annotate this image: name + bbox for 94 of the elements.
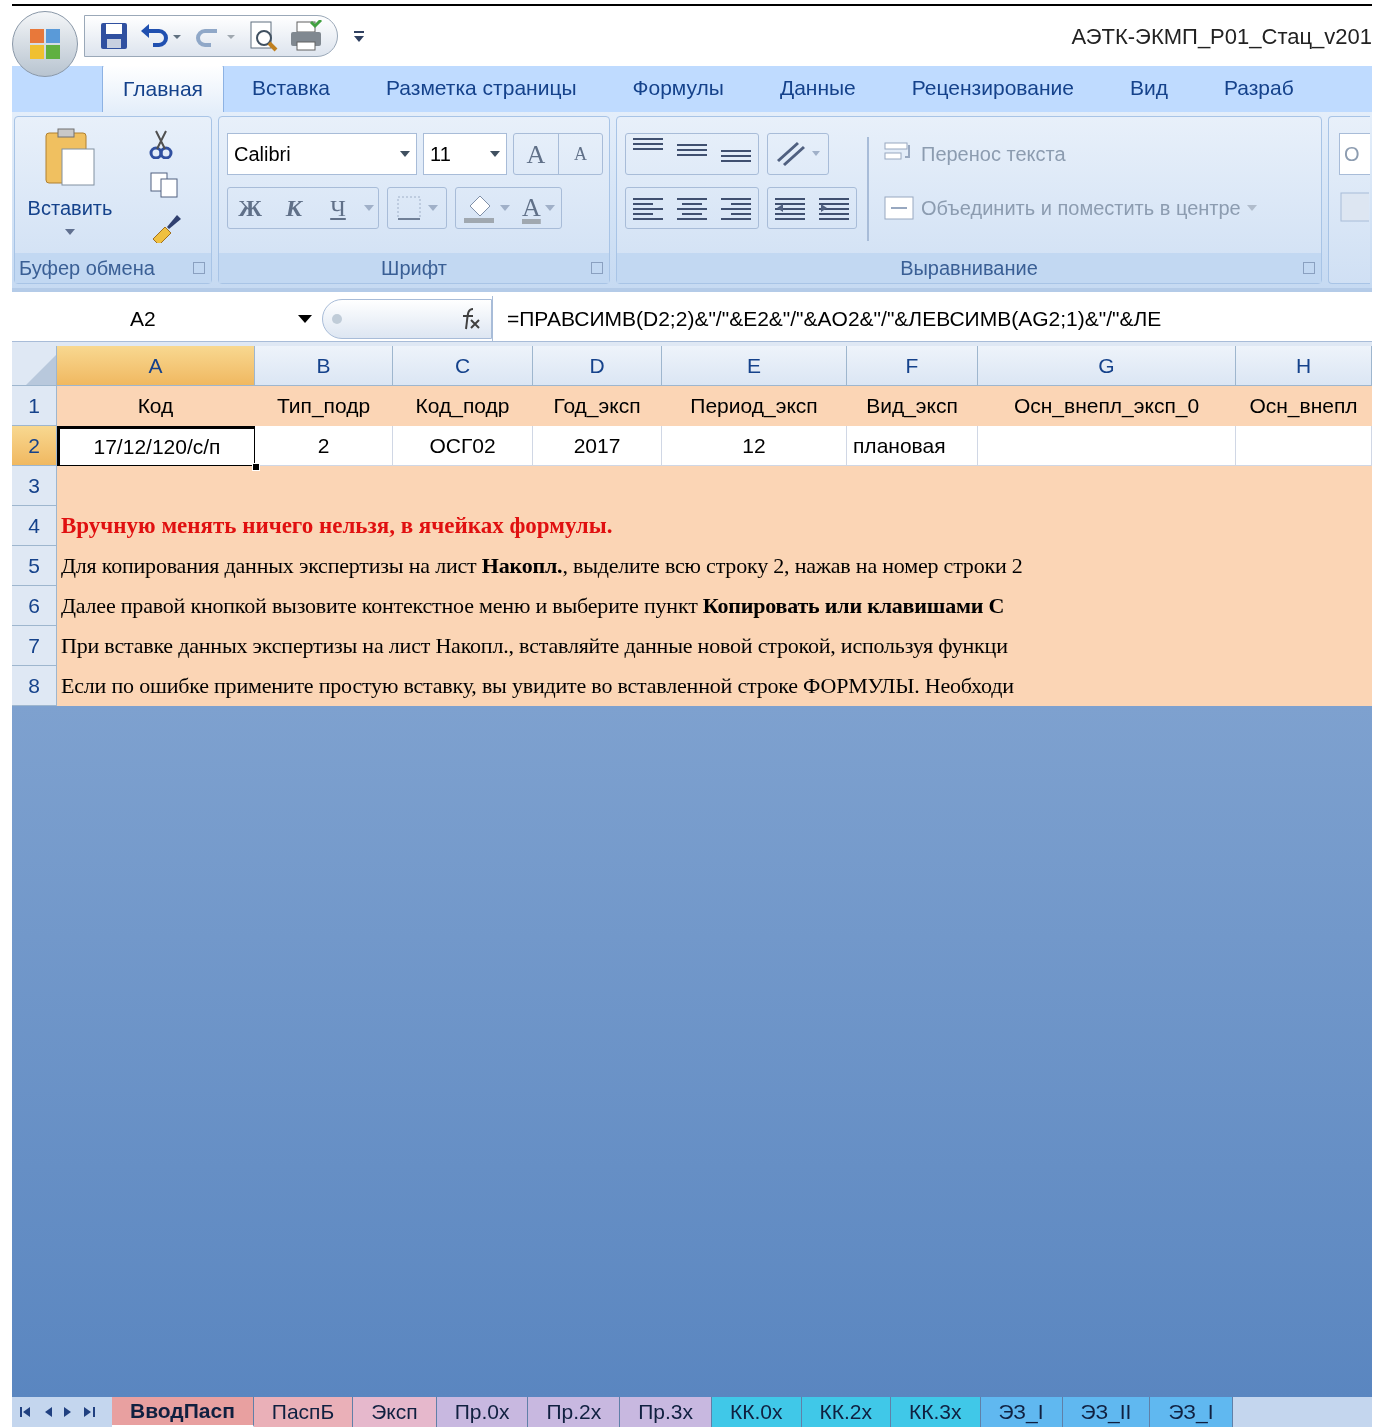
orientation-button[interactable] bbox=[767, 133, 829, 175]
row-header[interactable]: 2 bbox=[12, 426, 57, 466]
warning-text: Вручную менять ничего нельзя, в ячейках формулы. bbox=[60, 512, 613, 540]
scroll-handle-icon bbox=[331, 312, 343, 325]
sheet-tab[interactable]: Эксп bbox=[353, 1397, 437, 1427]
formula-field[interactable]: =ПРАВСИМВ(D2;2)&"/"&E2&"/"&AO2&"/"&ЛЕВСИМВ(AG2;1)&"/"&ЛЕ bbox=[492, 296, 1372, 341]
sheet-tab[interactable]: КК.2х bbox=[801, 1397, 891, 1427]
row-header[interactable]: 8 bbox=[12, 666, 57, 706]
table-cell: 2 bbox=[255, 426, 393, 466]
sheet-tab[interactable]: ЭЗ_I bbox=[1150, 1397, 1233, 1427]
table-cell-text: Год_эксп bbox=[552, 393, 642, 420]
office-logo-icon bbox=[28, 27, 62, 61]
sheet-tab[interactable]: КК.3х bbox=[891, 1397, 981, 1427]
table-cell: плановая bbox=[847, 426, 978, 466]
column-header[interactable]: D bbox=[533, 346, 662, 386]
print-preview-icon[interactable] bbox=[247, 20, 279, 52]
next-sheet-icon[interactable] bbox=[64, 1406, 72, 1418]
table-cell-text: Код bbox=[136, 393, 175, 420]
caret-icon bbox=[298, 314, 312, 323]
merge-cells-icon bbox=[883, 193, 915, 223]
column-header[interactable]: C bbox=[393, 346, 533, 386]
caret-icon bbox=[490, 151, 500, 157]
caret-icon bbox=[65, 229, 75, 235]
sheet-tab[interactable]: Пр.2х bbox=[528, 1397, 621, 1427]
table-cell: 2017 bbox=[533, 426, 662, 466]
table-cell: ОСГ02 bbox=[393, 426, 533, 466]
fill-handle[interactable] bbox=[252, 463, 260, 471]
borders-icon bbox=[396, 195, 422, 221]
save-icon[interactable] bbox=[99, 21, 129, 51]
previous-sheet-icon[interactable] bbox=[44, 1406, 52, 1418]
clipboard-icon bbox=[42, 127, 98, 187]
ribbon-tab[interactable]: Вид bbox=[1101, 64, 1196, 112]
caret-icon bbox=[500, 205, 510, 211]
italic-button[interactable]: К bbox=[272, 188, 316, 228]
sheet-tab[interactable]: ПаспБ bbox=[253, 1397, 354, 1427]
sheet-tab[interactable]: ЭЗ_I bbox=[980, 1397, 1063, 1427]
column-header[interactable]: G bbox=[978, 346, 1236, 386]
row-header[interactable]: 6 bbox=[12, 586, 57, 626]
font-color-button[interactable]: A bbox=[522, 195, 541, 221]
sheet-tab[interactable]: ВводПасп bbox=[112, 1397, 254, 1427]
scissors-icon[interactable] bbox=[149, 129, 173, 159]
instruction-text: При вставке данных экспертизы на лист Накопл., вставляйте данные новой строкой, используя функци bbox=[60, 632, 1008, 660]
bold-button[interactable]: Ж bbox=[228, 188, 272, 228]
ribbon-tab[interactable]: Данные bbox=[751, 64, 884, 112]
caret-icon bbox=[1246, 205, 1257, 211]
ribbon-tab[interactable]: Главная bbox=[102, 64, 224, 112]
last-sheet-icon[interactable] bbox=[84, 1406, 96, 1418]
column-header[interactable]: F bbox=[847, 346, 978, 386]
table-cell-text: Осн_внепл bbox=[1248, 393, 1359, 420]
paste-button[interactable]: Вставить bbox=[15, 117, 125, 253]
font-size-dropdown[interactable]: 11 bbox=[423, 133, 507, 175]
ribbon-tab[interactable]: Рецензирование bbox=[883, 64, 1102, 112]
ribbon-tab[interactable]: Вставка bbox=[223, 64, 358, 112]
table-cell-text: Код_подр bbox=[414, 393, 511, 420]
row-header[interactable]: 3 bbox=[12, 466, 57, 506]
column-header[interactable]: E bbox=[662, 346, 847, 386]
ribbon-tab[interactable]: Разметка страницы bbox=[358, 64, 605, 112]
angled-text-icon bbox=[774, 139, 822, 169]
column-header[interactable]: B bbox=[255, 346, 393, 386]
caret-icon bbox=[544, 205, 555, 211]
ribbon-tab[interactable]: Формулы bbox=[604, 64, 752, 112]
printer-icon[interactable] bbox=[289, 20, 323, 52]
ribbon-tab[interactable]: Разраб bbox=[1195, 64, 1322, 112]
table-cell-text: Вид_эксп bbox=[865, 393, 959, 420]
table-cell-text: Период_эксп bbox=[689, 393, 819, 420]
column-header[interactable]: A bbox=[57, 346, 255, 386]
column-header[interactable]: H bbox=[1236, 346, 1372, 386]
instruction-text: Если по ошибке примените простую вставку, вы увидите во вставленной строке ФОРМУЛЫ. Необходи bbox=[60, 672, 1014, 700]
shrink-font-button[interactable]: A bbox=[558, 134, 602, 174]
row-header[interactable]: 7 bbox=[12, 626, 57, 666]
first-sheet-icon[interactable] bbox=[20, 1406, 32, 1418]
window-title: АЭТК-ЭКМП_Р01_Стац_v201 bbox=[1071, 22, 1372, 51]
sheet-tab[interactable]: Пр.3х bbox=[620, 1397, 713, 1427]
row-header[interactable]: 4 bbox=[12, 506, 57, 546]
group-label: Буфер обмена bbox=[19, 256, 155, 281]
table-cell: 12 bbox=[662, 426, 847, 466]
group-label: Шрифт bbox=[381, 256, 447, 281]
row-header[interactable]: 5 bbox=[12, 546, 57, 586]
table-cell-text: Осн_внепл_эксп_0 bbox=[1012, 393, 1201, 420]
instruction-text: Для копирования данных экспертизы на лист Накопл., выделите всю строку 2, нажав на номер строки 2 bbox=[60, 552, 1023, 580]
grow-font-button[interactable]: A bbox=[514, 134, 558, 174]
font-name-dropdown[interactable]: Calibri bbox=[227, 133, 417, 175]
row-header[interactable]: 1 bbox=[12, 386, 57, 426]
table-cell-text: Тип_подр bbox=[275, 393, 372, 420]
sheet-tab[interactable]: Пр.0х bbox=[436, 1397, 529, 1427]
sheet-tab[interactable]: ЭЗ_II bbox=[1062, 1397, 1151, 1427]
sheet-tab[interactable]: КК.0х bbox=[712, 1397, 802, 1427]
caret-icon bbox=[428, 205, 438, 211]
caret-icon bbox=[400, 151, 410, 157]
underline-button[interactable]: Ч bbox=[316, 188, 360, 228]
name-box[interactable]: A2 bbox=[12, 296, 322, 341]
group-label: Выравнивание bbox=[900, 256, 1038, 281]
customize-toolbar-icon[interactable] bbox=[352, 28, 366, 44]
instruction-text: Далее правой кнопкой вызовите контекстное меню и выберите пункт Копировать или клавишами C bbox=[60, 592, 1005, 620]
